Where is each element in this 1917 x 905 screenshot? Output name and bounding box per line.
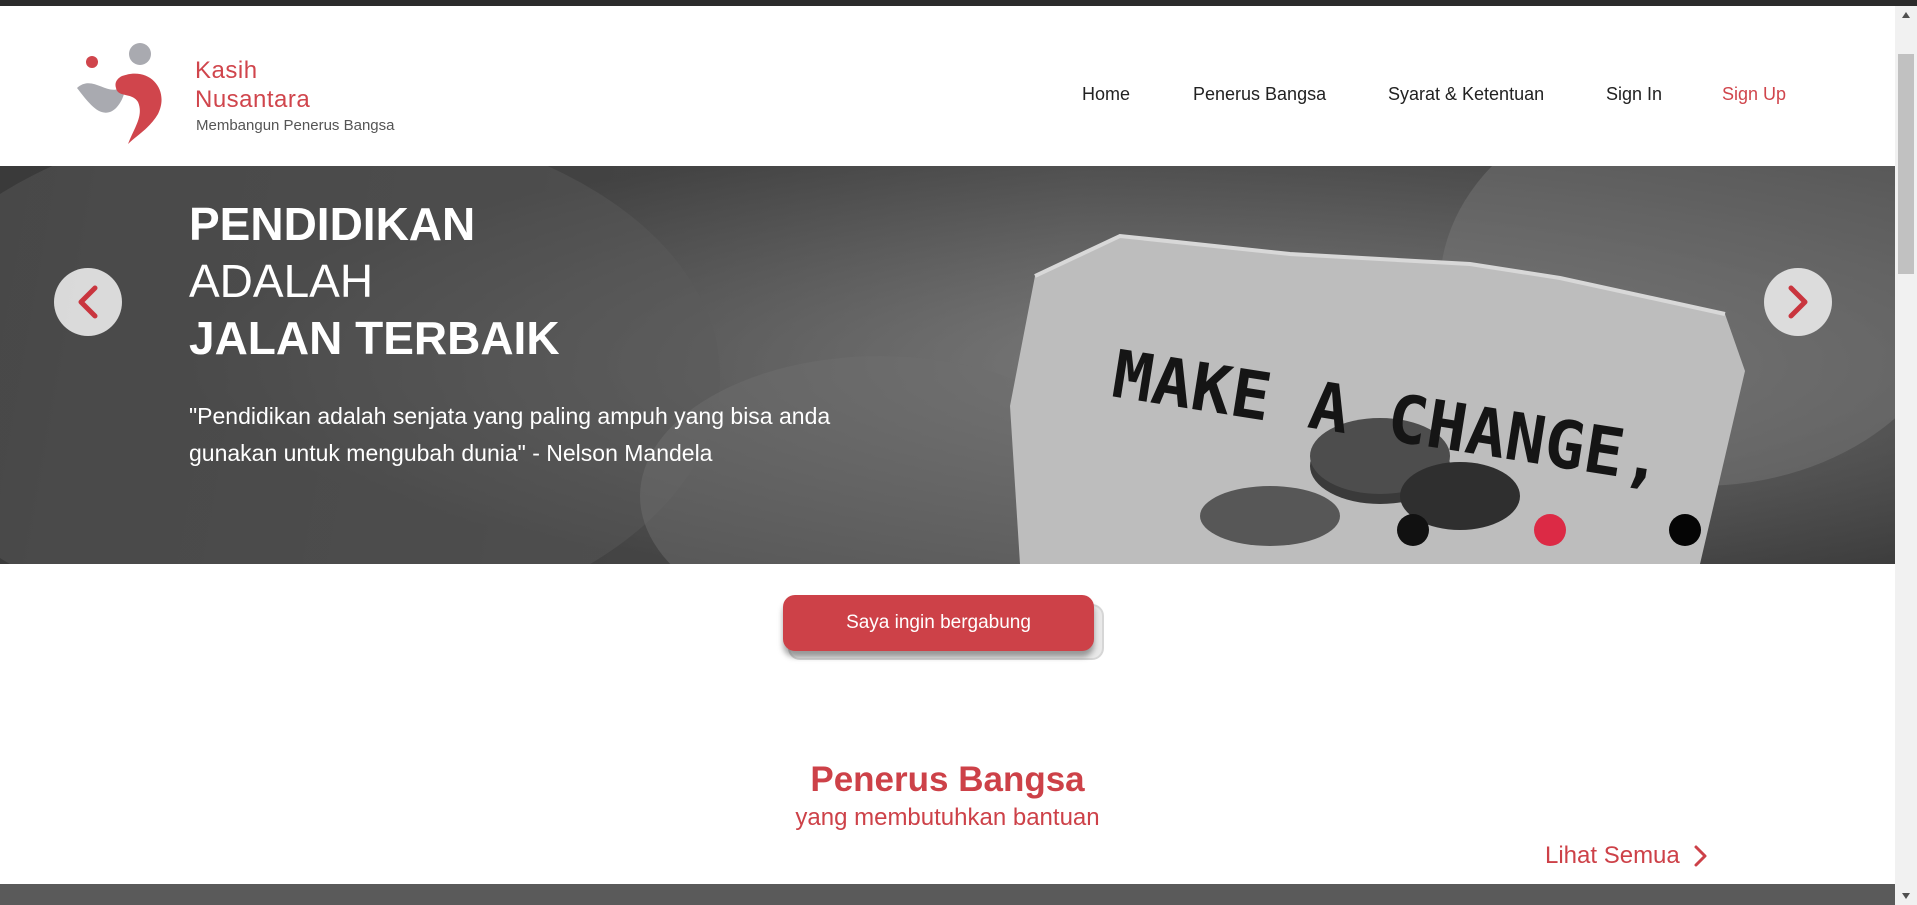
carousel-dot-3[interactable]: [1669, 514, 1701, 546]
nav-penerus-bangsa[interactable]: Penerus Bangsa: [1193, 84, 1326, 105]
hero-carousel: MAKE A CHANGE, PENDIDIKAN ADALAH JALAN T…: [0, 166, 1895, 564]
nav-sign-up[interactable]: Sign Up: [1722, 84, 1786, 105]
nav-sign-in[interactable]: Sign In: [1606, 84, 1662, 105]
chevron-right-icon: [1788, 285, 1808, 319]
hero-quote: "Pendidikan adalah senjata yang paling a…: [189, 398, 869, 472]
chevron-left-icon: [78, 285, 98, 319]
hero-title-line3: JALAN TERBAIK: [189, 312, 560, 364]
carousel-dot-2-active[interactable]: [1534, 514, 1566, 546]
chevron-right-icon: [1694, 845, 1707, 867]
hero-quote-line2: gunakan untuk mengubah dunia" - Nelson M…: [189, 440, 713, 466]
carousel-next-button[interactable]: [1764, 268, 1832, 336]
page-scrollbar[interactable]: [1895, 6, 1917, 905]
scroll-down-arrow-icon[interactable]: [1895, 887, 1917, 905]
section-subtitle: yang membutuhkan bantuan: [795, 804, 1100, 831]
hero-quote-line1: "Pendidikan adalah senjata yang paling a…: [189, 403, 831, 429]
nav-syarat-ketentuan[interactable]: Syarat & Ketentuan: [1388, 84, 1544, 105]
carousel-dot-1[interactable]: [1397, 514, 1429, 546]
brand-name-line1: Kasih: [195, 57, 258, 84]
next-section-strip: [0, 884, 1895, 905]
carousel-prev-button[interactable]: [54, 268, 122, 336]
hero-title-line1: PENDIDIKAN: [189, 198, 476, 250]
site-header: Kasih Nusantara Membangun Penerus Bangsa…: [0, 6, 1895, 165]
main-nav: Home Penerus Bangsa Syarat & Ketentuan S…: [0, 84, 1895, 108]
section-title: Penerus Bangsa: [810, 760, 1085, 799]
hero-title-line2: ADALAH: [189, 255, 374, 307]
scrollbar-thumb[interactable]: [1898, 54, 1914, 274]
join-button[interactable]: Saya ingin bergabung: [783, 595, 1094, 651]
see-all-link[interactable]: Lihat Semua: [1545, 842, 1708, 870]
nav-home[interactable]: Home: [1082, 84, 1130, 105]
brand-tagline: Membangun Penerus Bangsa: [196, 117, 395, 134]
hero-title: PENDIDIKAN ADALAH JALAN TERBAIK: [189, 196, 560, 367]
see-all-label: Lihat Semua: [1545, 842, 1680, 869]
scroll-up-arrow-icon[interactable]: [1895, 6, 1917, 24]
